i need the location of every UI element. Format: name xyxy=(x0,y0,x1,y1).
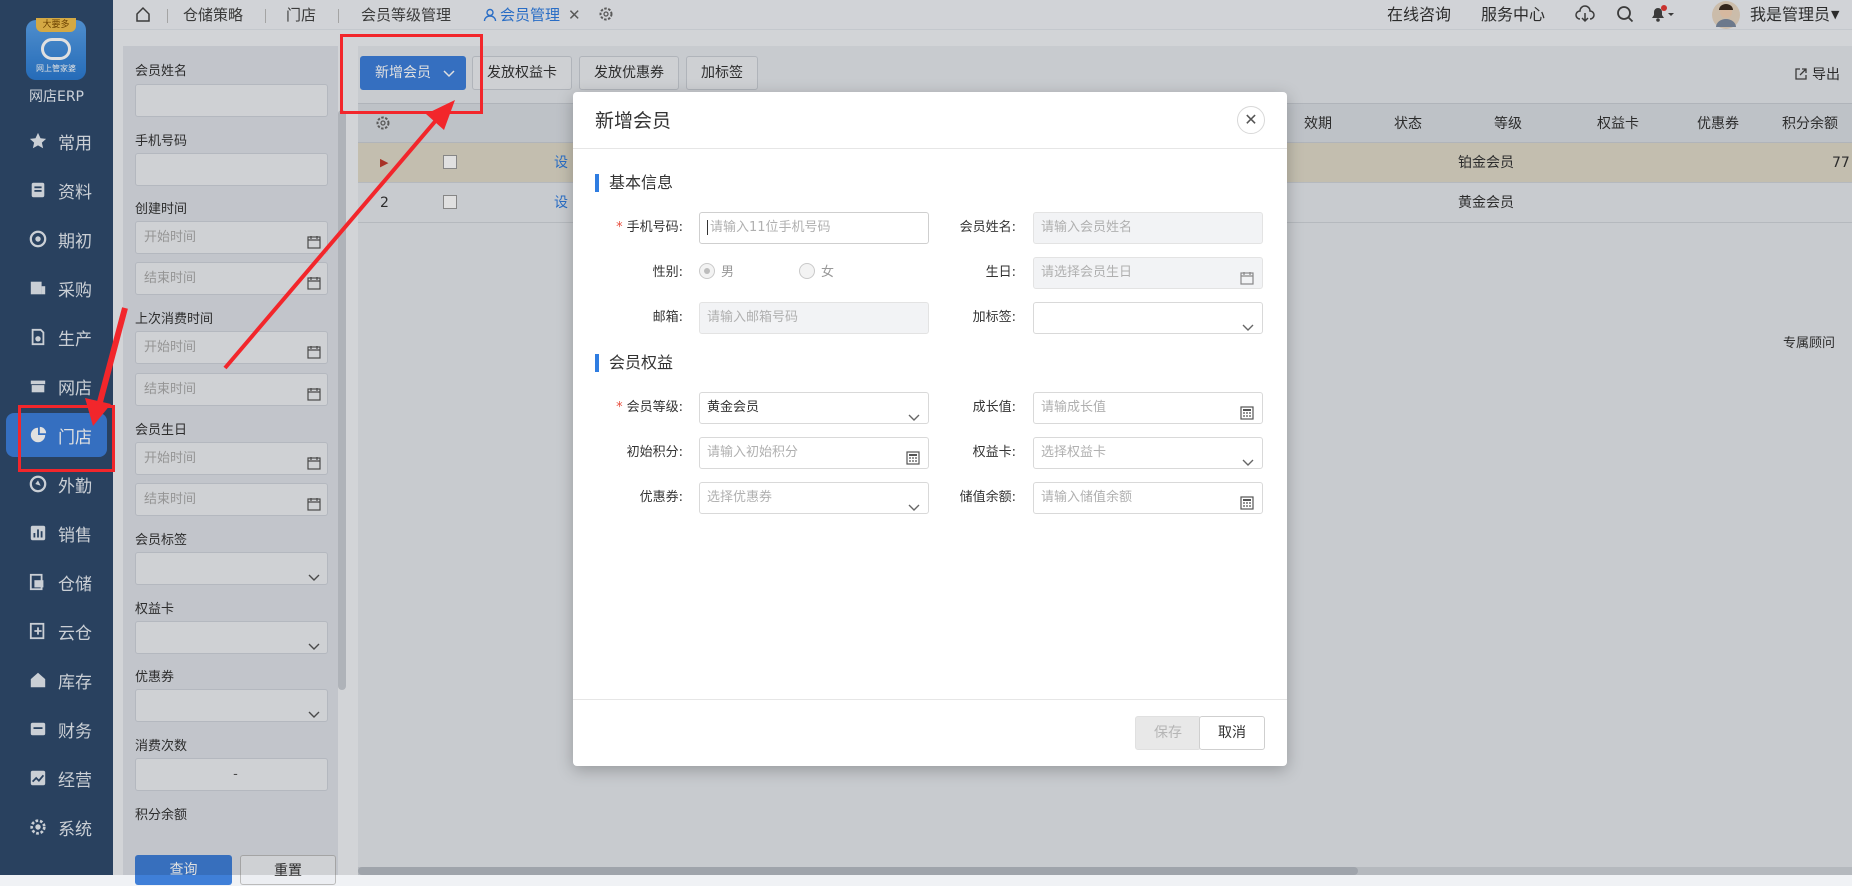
arrow-to-add-member xyxy=(223,100,455,370)
arrow-to-store-nav xyxy=(85,307,128,426)
annotation-arrows xyxy=(85,100,455,426)
